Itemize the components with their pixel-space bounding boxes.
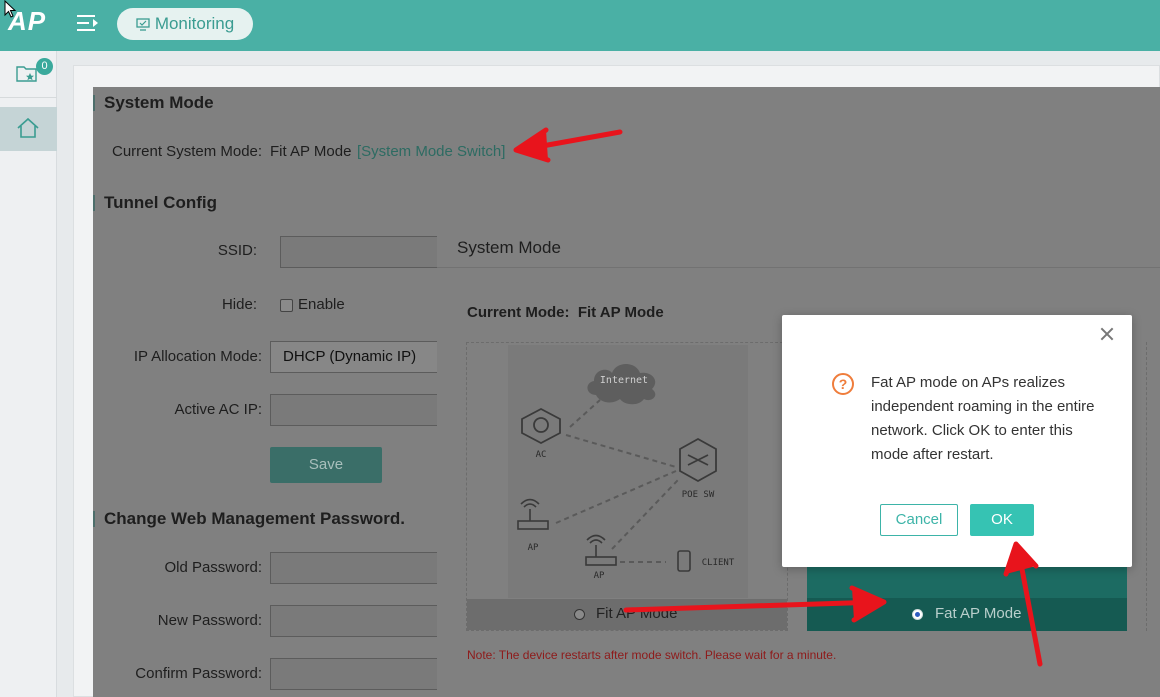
restart-note: Note: The device restarts after mode swi… [467, 648, 837, 662]
old-password-label: Old Password: [164, 559, 262, 576]
poe-sw-label: POE SW [682, 490, 715, 500]
next-mode-card-edge [1146, 342, 1160, 631]
ip-allocation-select[interactable]: DHCP (Dynamic IP) [270, 341, 440, 373]
ap-device-icon [517, 498, 549, 530]
modal-title: System Mode [457, 238, 561, 257]
system-mode-title: System Mode [93, 94, 214, 111]
current-system-mode-label: Current System Mode: [112, 143, 263, 160]
monitoring-label: Monitoring [154, 14, 235, 33]
sidebar: 0 [0, 51, 57, 697]
internet-label: Internet [600, 375, 648, 386]
ac-device-icon [521, 407, 561, 445]
confirm-password-input[interactable] [270, 658, 440, 690]
phone-client-icon [677, 550, 691, 572]
system-mode-switch-link[interactable]: [System Mode Switch] [357, 143, 505, 160]
poe-switch-icon [679, 437, 717, 483]
cancel-button[interactable]: Cancel [880, 504, 958, 536]
mouse-cursor-icon [4, 0, 17, 18]
client-label: CLIENT [702, 558, 735, 568]
menu-toggle-icon[interactable] [77, 14, 99, 34]
fit-ap-mode-radio[interactable] [574, 609, 585, 620]
enable-label: Enable [298, 296, 345, 313]
hide-label: Hide: [221, 296, 257, 313]
home-icon [17, 117, 39, 138]
fit-ap-mode-option[interactable]: Fit AP Mode [467, 599, 787, 630]
question-icon: ? [832, 373, 854, 395]
new-password-input[interactable] [270, 605, 440, 637]
old-password-input[interactable] [270, 552, 440, 584]
fat-ap-mode-label: Fat AP Mode [935, 605, 1022, 622]
confirm-message: Fat AP mode on APs realizes independent … [871, 374, 1095, 463]
active-ac-ip-input[interactable] [270, 394, 440, 426]
top-bar: AP Monitoring [0, 0, 1160, 51]
new-password-label: New Password: [157, 612, 262, 629]
ap-label-2: AP [594, 571, 605, 581]
confirm-password-label: Confirm Password: [135, 665, 262, 682]
ssid-label: SSID: [217, 242, 257, 259]
ap-label-1: AP [528, 543, 539, 553]
modal-current-mode-value: Fit AP Mode [577, 304, 664, 321]
fit-ap-mode-label: Fit AP Mode [596, 605, 678, 622]
modal-current-mode: Current Mode: Fit AP Mode [467, 304, 664, 321]
close-icon[interactable] [1100, 327, 1114, 341]
active-ac-ip-label: Active AC IP: [174, 401, 262, 418]
ssid-input[interactable] [280, 236, 440, 268]
ok-button[interactable]: OK [970, 504, 1034, 536]
current-system-mode-value: Fit AP Mode [270, 143, 352, 160]
folder-star-icon [16, 66, 37, 82]
modal-current-mode-label: Current Mode: [467, 304, 570, 321]
monitoring-nav-button[interactable]: Monitoring [117, 8, 253, 40]
hide-enable-checkbox[interactable] [280, 299, 293, 312]
change-password-title: Change Web Management Password. [93, 510, 405, 527]
ip-allocation-label: IP Allocation Mode: [133, 348, 262, 365]
fit-ap-mode-card[interactable]: Internet AC POE SW AP AP CLIENT Fit AP M… [466, 342, 788, 631]
fat-ap-mode-radio[interactable] [912, 609, 923, 620]
fat-ap-mode-card[interactable]: Fat AP Mode [807, 564, 1127, 631]
confirm-dialog: ? Fat AP mode on APs realizes independen… [782, 315, 1132, 567]
fit-ap-topology-diagram: Internet AC POE SW AP AP CLIENT [508, 345, 748, 598]
save-button[interactable]: Save [270, 447, 382, 483]
monitor-icon [136, 17, 150, 31]
tunnel-config-title: Tunnel Config [93, 194, 217, 211]
favorites-badge: 0 [36, 58, 53, 75]
modal-header: System Mode [437, 228, 1160, 268]
ac-label: AC [536, 450, 547, 460]
ap-device-icon-2 [585, 534, 617, 566]
home-nav-button[interactable] [0, 107, 57, 151]
favorites-button[interactable]: 0 [0, 51, 57, 98]
fat-ap-mode-option[interactable]: Fat AP Mode [807, 598, 1127, 631]
